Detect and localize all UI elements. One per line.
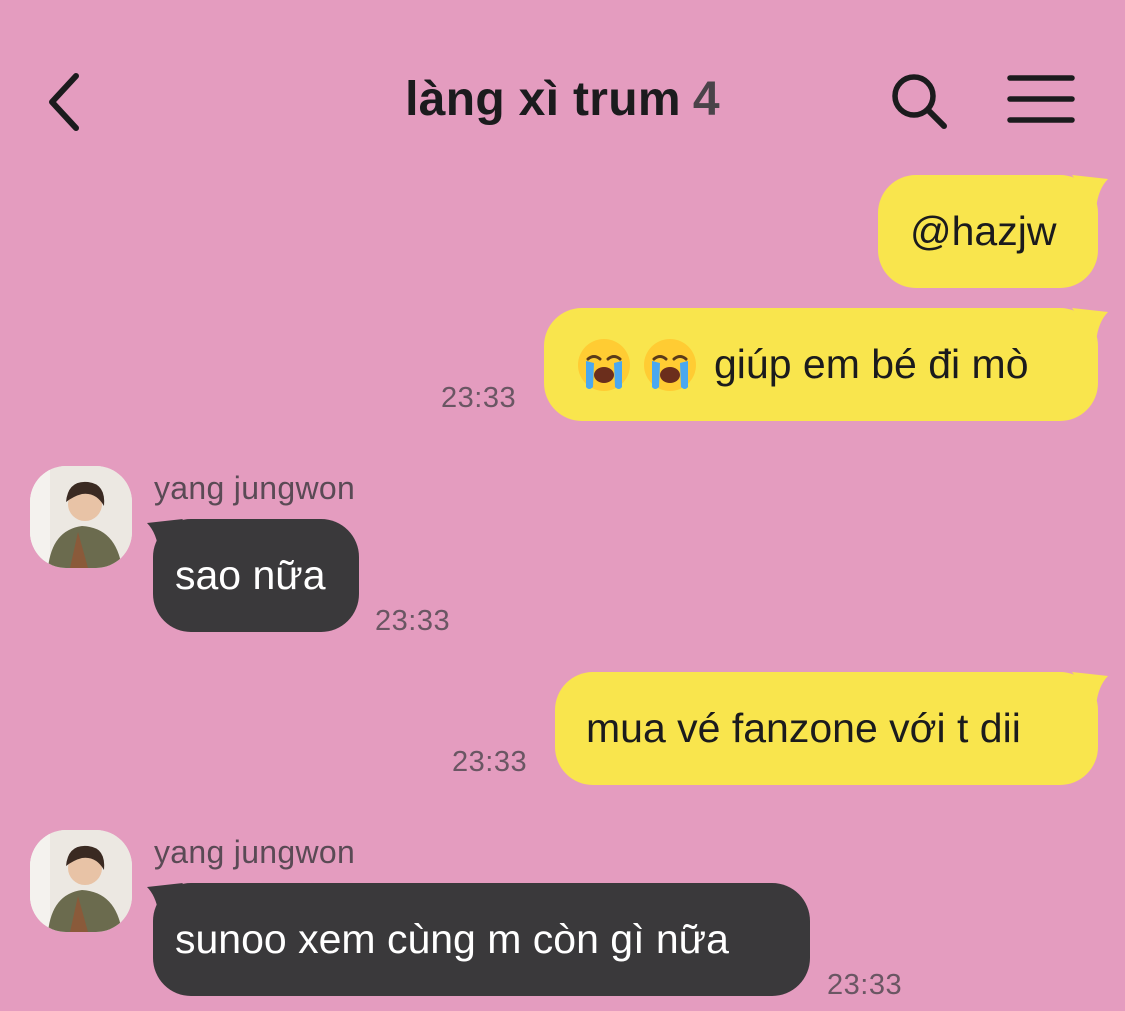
bubble-tail: [1072, 175, 1108, 209]
loudly-crying-face-icon: [578, 338, 630, 391]
bubble-tail: [147, 883, 183, 917]
message-timestamp: 23:33: [441, 382, 517, 414]
menu-button[interactable]: [1004, 70, 1080, 130]
message-bubble-outgoing[interactable]: mua vé fanzone với t dii: [555, 672, 1098, 785]
message-timestamp: 23:33: [827, 969, 903, 1001]
message-timestamp: 23:33: [375, 605, 451, 637]
avatar[interactable]: [30, 466, 132, 568]
search-button[interactable]: [886, 68, 954, 136]
chat-title: làng xì trum 4: [0, 72, 1125, 127]
message-bubble-outgoing[interactable]: @hazjw: [878, 175, 1098, 288]
sender-name: yang jungwon: [154, 470, 356, 506]
member-count: 4: [692, 73, 720, 126]
message-text: sunoo xem cùng m còn gì nữa: [175, 916, 729, 962]
message-text: mua vé fanzone với t dii: [586, 705, 1021, 751]
menu-icon: [1007, 75, 1075, 123]
chat-header: làng xì trum 4: [0, 0, 1125, 170]
message-bubble-incoming[interactable]: sunoo xem cùng m còn gì nữa: [153, 883, 810, 996]
avatar[interactable]: [30, 830, 132, 932]
message-text: giúp em bé đi mò: [714, 341, 1029, 387]
message-timestamp: 23:33: [452, 746, 528, 778]
message-text: sao nữa: [175, 552, 326, 598]
message-bubble-incoming[interactable]: sao nữa: [153, 519, 359, 632]
sender-name: yang jungwon: [154, 834, 356, 870]
message-text: @hazjw: [910, 208, 1057, 254]
search-icon: [892, 74, 947, 129]
profile-photo: [30, 830, 132, 932]
loudly-crying-face-icon: [644, 338, 696, 391]
profile-photo: [30, 466, 132, 568]
chat-name: làng xì trum: [405, 73, 681, 126]
bubble-tail: [1072, 308, 1108, 342]
bubble-tail: [1072, 672, 1108, 706]
bubble-tail: [147, 519, 183, 553]
message-bubble-outgoing[interactable]: giúp em bé đi mò: [544, 308, 1098, 421]
